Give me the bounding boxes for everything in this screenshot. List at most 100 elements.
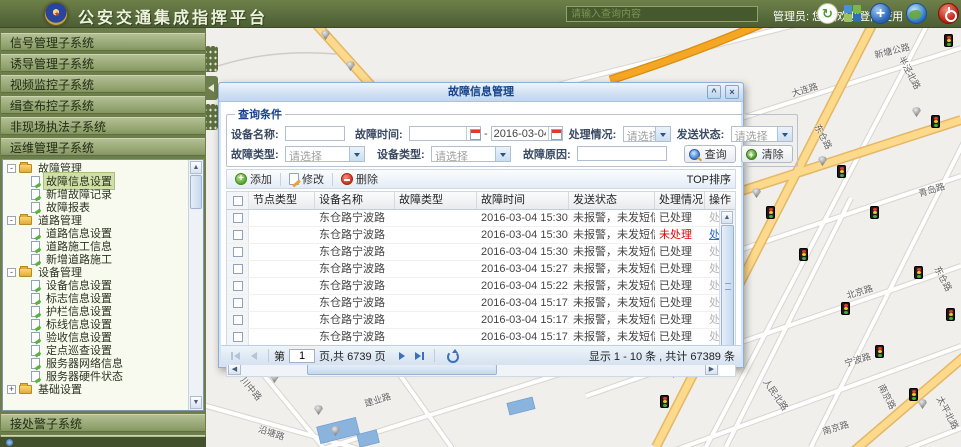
col-action[interactable]: 操作 (705, 192, 735, 209)
tree-item[interactable]: 服务器硬件状态 (3, 370, 187, 382)
col-process-status[interactable]: 处理情况 (655, 192, 705, 209)
query-button[interactable]: 查询 (684, 145, 736, 163)
traffic-signal-icon[interactable] (944, 34, 953, 47)
tree-folder[interactable]: +基础设置 (3, 383, 187, 395)
expand-toggle-icon[interactable]: + (7, 385, 16, 394)
delete-record-button[interactable]: 删除 (337, 171, 382, 187)
last-page-button[interactable] (412, 348, 428, 364)
col-send-status[interactable]: 发送状态 (569, 192, 655, 209)
table-row[interactable]: 东仓路宁波路2016-03-04 15:17:01未报警，未发短信已处理处理 (227, 295, 735, 312)
table-row[interactable]: 东仓路宁波路2016-03-04 15:30:00未报警，未发短信已处理处理 (227, 210, 735, 227)
row-checkbox[interactable] (233, 281, 243, 291)
tree-item[interactable]: 故障报表 (3, 201, 187, 213)
row-checkbox[interactable] (233, 230, 243, 240)
header-search-input[interactable] (566, 6, 758, 22)
dialog-collapse-icon[interactable]: ^ (707, 85, 721, 99)
dialog-close-icon[interactable]: × (725, 85, 739, 99)
fault-reason-input[interactable] (577, 146, 667, 161)
tree-scrollbar[interactable]: ▲ ▼ (188, 160, 203, 410)
row-checkbox[interactable] (233, 298, 243, 308)
col-node-type[interactable]: 节点类型 (249, 192, 315, 209)
table-vertical-scrollbar[interactable]: ▲ ▼ (719, 210, 735, 362)
sidebar-item-6[interactable]: 运维管理子系统 (1, 138, 205, 156)
drag-dots-icon (206, 104, 218, 130)
calendar-icon[interactable] (548, 127, 562, 140)
scroll-up-icon[interactable]: ▲ (721, 211, 733, 224)
logout-power-icon[interactable] (938, 3, 959, 24)
traffic-signal-icon[interactable] (766, 206, 775, 219)
table-row[interactable]: 东仓路宁波路2016-03-04 15:30:00未报警，未发短信未处理处理 (227, 227, 735, 244)
clear-button[interactable]: + 清除 (741, 145, 793, 163)
table-cell (395, 329, 477, 345)
delete-icon (341, 173, 353, 185)
scrollbar-thumb[interactable] (307, 364, 497, 375)
table-row[interactable]: 东仓路宁波路2016-03-04 15:17:01未报警，未发短信已处理处理 (227, 329, 735, 346)
process-status-cell: 已处理 (655, 329, 705, 345)
device-name-input[interactable] (285, 126, 345, 141)
row-checkbox[interactable] (233, 264, 243, 274)
traffic-signal-icon[interactable] (875, 345, 884, 358)
row-checkbox[interactable] (233, 315, 243, 325)
refresh-icon[interactable] (444, 348, 460, 364)
sidebar-item-3[interactable]: 视频监控子系统 (1, 75, 205, 93)
collapse-arrow-icon[interactable] (206, 76, 218, 100)
traffic-signal-icon[interactable] (946, 308, 955, 321)
scroll-down-icon[interactable]: ▼ (190, 396, 202, 409)
next-page-button[interactable] (394, 348, 410, 364)
expand-toggle-icon[interactable]: - (7, 268, 16, 277)
send-status-select[interactable]: 请选择 (731, 126, 793, 142)
table-row[interactable]: 东仓路宁波路2016-03-04 15:22:50未报警，未发短信已处理处理 (227, 278, 735, 295)
traffic-signal-icon[interactable] (870, 206, 879, 219)
fault-type-label: 故障类型: (231, 146, 285, 162)
process-status-select[interactable]: 请选择 (623, 126, 671, 142)
table-row[interactable]: 东仓路宁波路2016-03-04 15:27:00未报警，未发短信已处理处理 (227, 261, 735, 278)
table-row[interactable]: 东仓路宁波路2016-03-04 15:17:01未报警，未发短信已处理处理 (227, 312, 735, 329)
expand-toggle-icon[interactable]: - (7, 164, 16, 173)
traffic-signal-icon[interactable] (837, 165, 846, 178)
document-icon (31, 202, 40, 213)
traffic-signal-icon[interactable] (799, 248, 808, 261)
table-row[interactable]: 东仓路宁波路2016-03-04 15:30:00未报警，未发短信已处理处理 (227, 244, 735, 261)
first-page-button[interactable] (228, 348, 244, 364)
tree-item[interactable]: 新增故障记录 (3, 188, 187, 200)
traffic-signal-icon[interactable] (931, 115, 940, 128)
row-checkbox[interactable] (233, 332, 243, 342)
apps-grid-icon[interactable] (844, 5, 862, 23)
col-fault-time[interactable]: 故障时间 (477, 192, 569, 209)
add-record-button[interactable]: 添加 (231, 171, 276, 187)
scrollbar-thumb[interactable] (190, 175, 202, 209)
traffic-signal-icon[interactable] (660, 395, 669, 408)
scrollbar-thumb[interactable] (721, 225, 734, 347)
expand-toggle-icon[interactable]: - (7, 216, 16, 225)
sidebar-item-2[interactable]: 诱导管理子系统 (1, 54, 205, 72)
scroll-left-icon[interactable]: ◀ (228, 364, 241, 375)
scroll-up-icon[interactable]: ▲ (190, 161, 202, 174)
sidebar-item-4[interactable]: 缉查布控子系统 (1, 96, 205, 114)
sidebar-bottom-item-1[interactable]: 接处警子系统 (1, 414, 205, 432)
row-checkbox[interactable] (233, 247, 243, 257)
traffic-signal-icon[interactable] (841, 302, 850, 315)
dialog-titlebar[interactable]: 故障信息管理 ^ × (219, 83, 743, 102)
traffic-signal-icon[interactable] (914, 266, 923, 279)
fault-type-select[interactable]: 请选择 (285, 146, 365, 162)
calendar-icon[interactable] (466, 127, 480, 140)
sidebar-item-1[interactable]: 信号管理子系统 (1, 33, 205, 51)
prev-page-button[interactable] (246, 348, 262, 364)
query-row-2: 故障类型: 请选择 设备类型: 请选择 故障原因: 查询 (231, 144, 793, 163)
tree-item[interactable]: 新增道路施工 (3, 253, 187, 265)
col-device-name[interactable]: 设备名称 (315, 192, 395, 209)
edit-record-button[interactable]: 修改 (285, 171, 328, 187)
sidebar-item-5[interactable]: 非现场执法子系统 (1, 117, 205, 135)
traffic-signal-icon[interactable] (909, 388, 918, 401)
scroll-right-icon[interactable]: ▶ (705, 364, 718, 375)
add-icon[interactable]: + (870, 3, 891, 24)
page-number-input[interactable] (289, 349, 315, 363)
table-cell (395, 227, 477, 243)
row-checkbox[interactable] (233, 213, 243, 223)
recycle-icon[interactable]: ↻ (817, 3, 838, 24)
device-type-select[interactable]: 请选择 (431, 146, 511, 162)
top-sort-label[interactable]: TOP排序 (687, 171, 731, 187)
select-all-checkbox[interactable] (233, 196, 243, 206)
col-fault-type[interactable]: 故障类型 (395, 192, 477, 209)
map-globe-icon[interactable] (906, 3, 927, 24)
